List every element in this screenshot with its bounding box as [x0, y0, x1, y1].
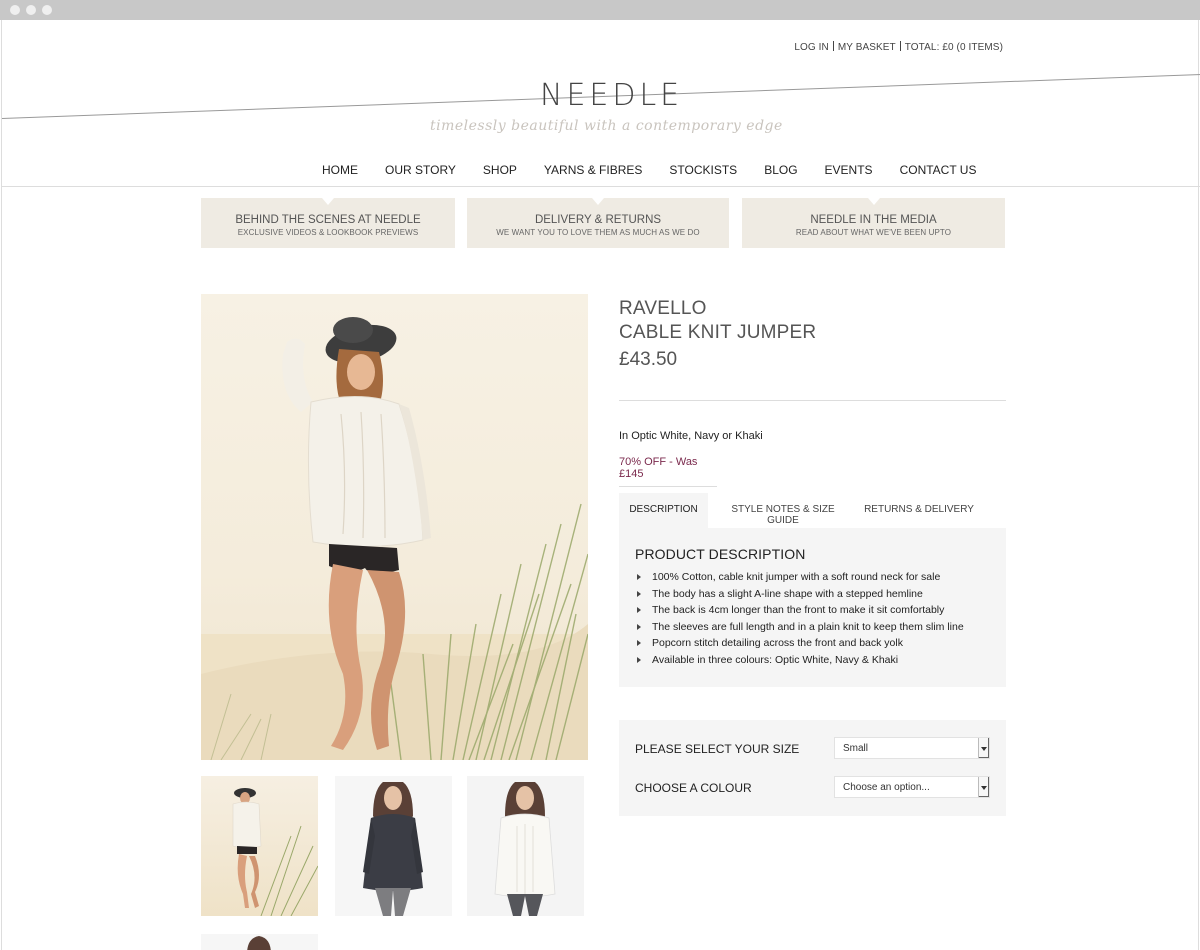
account-links: LOG IN MY BASKET TOTAL: £0 (0 ITEMS): [794, 41, 1003, 53]
promo-banners: BEHIND THE SCENES AT NEEDLE EXCLUSIVE VI…: [201, 198, 1006, 248]
bullet-icon: [637, 590, 641, 597]
divider: [619, 400, 1006, 401]
nav-item-shop[interactable]: SHOP: [483, 163, 517, 177]
list-item-text: The body has a slight A-line shape with …: [652, 587, 923, 600]
nav-item-stockists[interactable]: STOCKISTS: [669, 163, 737, 177]
product-main-image[interactable]: [201, 294, 588, 760]
product-tabs: DESCRIPTION STYLE NOTES & SIZE GUIDE RET…: [619, 493, 1006, 528]
nav-item-home[interactable]: HOME: [322, 163, 358, 177]
list-item-text: Popcorn stitch detailing across the fron…: [652, 637, 903, 649]
product-title-line1: RAVELLO: [619, 298, 707, 319]
product-thumbnail-beach[interactable]: [201, 776, 318, 916]
separator: [899, 41, 901, 51]
colour-select[interactable]: Choose an option...: [834, 776, 990, 798]
separator: [832, 41, 834, 51]
thumbnail-partial-illustration: [247, 936, 271, 950]
product-title: RAVELLO CABLE KNIT JUMPER: [619, 297, 816, 345]
list-item-text: The sleeves are full length and in a pla…: [652, 620, 964, 633]
sale-offer-badge: 70% OFF - Was £145: [619, 456, 717, 487]
tab-returns-delivery[interactable]: RETURNS & DELIVERY: [863, 493, 975, 528]
size-select-value: Small: [843, 743, 869, 754]
browser-chrome: [0, 0, 1200, 20]
page: LOG IN MY BASKET TOTAL: £0 (0 ITEMS) NEEDL…: [1, 20, 1200, 950]
nav-item-yarns-fibres[interactable]: YARNS & FIBRES: [544, 163, 642, 177]
nav-item-our-story[interactable]: OUR STORY: [385, 163, 456, 177]
product-thumbnail-navy[interactable]: [335, 776, 452, 916]
bullet-icon: [637, 640, 641, 646]
thumbnail-model-illustration: [232, 788, 318, 916]
product-thumbnail-white[interactable]: [467, 776, 584, 916]
my-basket-link[interactable]: MY BASKET: [838, 42, 896, 53]
size-select[interactable]: Small: [834, 737, 990, 759]
colours-note: In Optic White, Navy or Khaki: [619, 430, 763, 442]
promo-subtitle: EXCLUSIVE VIDEOS & LOOKBOOK PREVIEWS: [237, 228, 419, 237]
promo-title: BEHIND THE SCENES AT NEEDLE: [235, 214, 421, 226]
colour-select-value: Choose an option...: [843, 782, 930, 793]
nav-item-contact-us[interactable]: CONTACT US: [900, 163, 977, 177]
bullet-icon: [637, 607, 641, 613]
chevron-down-icon[interactable]: [978, 777, 989, 797]
chevron-down-icon[interactable]: [978, 738, 989, 758]
promo-title: NEEDLE IN THE MEDIA: [810, 214, 937, 226]
promo-subtitle: READ ABOUT WHAT WE'VE BEEN UPTO: [795, 228, 952, 237]
size-label: PLEASE SELECT YOUR SIZE: [635, 742, 800, 756]
list-item: The back is 4cm longer than the front to…: [635, 602, 964, 619]
list-item: The body has a slight A-line shape with …: [635, 586, 964, 603]
list-item: Available in three colours: Optic White,…: [635, 652, 964, 669]
promo-delivery-returns[interactable]: DELIVERY & RETURNS WE WANT YOU TO LOVE T…: [467, 198, 729, 248]
site-tagline: timelessly beautiful with a contemporary…: [430, 118, 783, 134]
window-dot-icon: [10, 5, 20, 15]
description-heading: PRODUCT DESCRIPTION: [635, 546, 806, 562]
login-link[interactable]: LOG IN: [794, 42, 829, 53]
list-item: Popcorn stitch detailing across the fron…: [635, 635, 964, 652]
list-item: 100% Cotton, cable knit jumper with a so…: [635, 569, 964, 586]
promo-in-the-media[interactable]: NEEDLE IN THE MEDIA READ ABOUT WHAT WE'V…: [742, 198, 1005, 248]
promo-title: DELIVERY & RETURNS: [534, 214, 662, 226]
description-panel: PRODUCT DESCRIPTION 100% Cotton, cable k…: [619, 528, 1006, 687]
site-logo[interactable]: NEEDLE: [540, 78, 683, 113]
description-list: 100% Cotton, cable knit jumper with a so…: [635, 569, 964, 668]
list-item-text: 100% Cotton, cable knit jumper with a so…: [652, 571, 941, 583]
model-dunes-illustration: [201, 317, 588, 760]
main-nav: HOME OUR STORY SHOP YARNS & FIBRES STOCK…: [2, 157, 1200, 187]
tab-description[interactable]: DESCRIPTION: [619, 493, 708, 528]
product-options-panel: PLEASE SELECT YOUR SIZE Small CHOOSE A C…: [619, 720, 1006, 816]
nav-item-blog[interactable]: BLOG: [764, 163, 797, 177]
thumbnail-white-jumper-illustration: [494, 782, 556, 916]
promo-behind-the-scenes[interactable]: BEHIND THE SCENES AT NEEDLE EXCLUSIVE VI…: [201, 198, 455, 248]
tab-style-notes-size-guide[interactable]: STYLE NOTES & SIZE GUIDE: [715, 493, 851, 528]
bullet-icon: [637, 623, 641, 630]
product-thumbnail-partial[interactable]: [201, 934, 318, 950]
list-item-text: Available in three colours: Optic White,…: [652, 653, 899, 666]
bullet-icon: [637, 656, 641, 663]
thumbnail-navy-jumper-illustration: [363, 782, 423, 916]
colour-label: CHOOSE A COLOUR: [635, 781, 752, 795]
window-dot-icon: [26, 5, 36, 15]
list-item: The sleeves are full length and in a pla…: [635, 619, 964, 636]
product-title-line2: CABLE KNIT JUMPER: [619, 322, 817, 343]
product-price: £43.50: [619, 349, 678, 370]
window-dot-icon: [42, 5, 52, 15]
nav-item-events[interactable]: EVENTS: [825, 163, 873, 177]
basket-total-link[interactable]: TOTAL: £0 (0 ITEMS): [905, 42, 1003, 53]
bullet-icon: [637, 574, 641, 580]
list-item-text: The back is 4cm longer than the front to…: [652, 604, 945, 616]
promo-subtitle: WE WANT YOU TO LOVE THEM AS MUCH AS WE D…: [496, 228, 700, 237]
